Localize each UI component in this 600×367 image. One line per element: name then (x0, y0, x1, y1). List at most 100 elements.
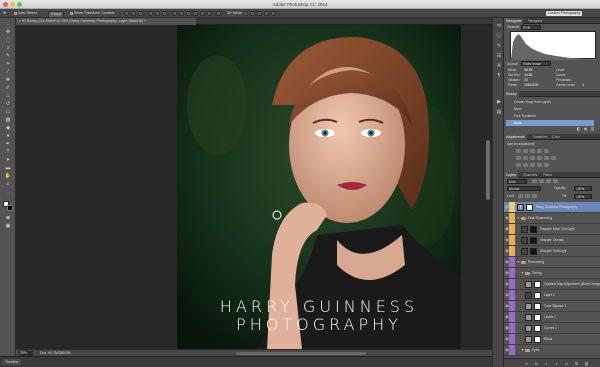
vibrance-icon[interactable] (544, 149, 549, 153)
channel-dropdown[interactable]: RGB (521, 25, 541, 30)
layer-row[interactable]: ◉ Sharpen Soft Light (504, 246, 600, 257)
lock-pixels-icon[interactable] (518, 194, 523, 198)
distribute-middle-button[interactable] (179, 11, 184, 16)
camera-icon[interactable]: ◉ (583, 126, 588, 131)
history-brush-tool-icon[interactable]: ↺ (4, 101, 12, 107)
screen-mode-icon[interactable]: ▣ (4, 223, 12, 229)
exposure-icon[interactable] (537, 149, 542, 153)
photo-filter-icon[interactable] (537, 156, 542, 160)
color-lookup-icon[interactable] (551, 156, 556, 160)
selective-color-icon[interactable] (544, 163, 549, 167)
invert-icon[interactable] (516, 163, 521, 167)
distribute-right-button[interactable] (207, 11, 212, 16)
move-tool-icon[interactable]: ✥ (3, 11, 6, 16)
rotate-3d-button[interactable] (243, 11, 248, 16)
distribute-center-button[interactable] (200, 11, 205, 16)
eraser-tool-icon[interactable]: ▭ (4, 109, 12, 115)
link-layers-icon[interactable]: ∞ (524, 361, 529, 366)
blend-mode-dropdown[interactable]: Normal (507, 186, 541, 191)
hue-saturation-icon[interactable] (516, 156, 521, 160)
posterize-icon[interactable] (523, 163, 528, 167)
filter-shape-icon[interactable] (553, 179, 558, 183)
align-bottom-button[interactable] (138, 11, 143, 16)
blur-tool-icon[interactable]: ◆ (4, 125, 12, 131)
distribute-left-button[interactable] (193, 11, 198, 16)
collapse-tools-icon[interactable]: » (4, 21, 12, 27)
eyedropper-tool-icon[interactable]: ⁄ (4, 69, 12, 75)
workspace-dropdown[interactable]: Custom Photography (546, 11, 582, 16)
tab-paths[interactable]: Paths (541, 172, 554, 178)
paragraph-panel-icon[interactable]: ¶ (495, 72, 503, 79)
brush-tool-icon[interactable]: ✐ (4, 85, 12, 91)
levels-icon[interactable] (523, 149, 528, 153)
portrait-photo[interactable]: HARRY GUINNESS PHOTOGRAPHY (177, 25, 461, 349)
expand-group-chevron-icon[interactable]: ▼ (521, 268, 524, 278)
layer-mask-thumbnail[interactable] (534, 303, 541, 310)
align-top-button[interactable] (124, 11, 129, 16)
tab-swatches[interactable]: Swatches (531, 134, 550, 140)
auto-select-mode-dropdown[interactable]: Group (48, 11, 64, 18)
lasso-tool-icon[interactable]: ↄ (4, 45, 12, 51)
roll-3d-button[interactable] (250, 11, 255, 16)
marquee-tool-icon[interactable]: ⬚ (4, 37, 12, 43)
new-adjustment-layer-icon[interactable]: ◑ (554, 361, 559, 366)
color-balance-icon[interactable] (523, 156, 528, 160)
slide-3d-button[interactable] (264, 11, 269, 16)
path-selection-tool-icon[interactable]: ➤ (4, 157, 12, 163)
fill-field[interactable]: 100% (574, 194, 592, 199)
distribute-top-button[interactable] (172, 11, 177, 16)
gradient-map-icon[interactable] (537, 163, 542, 167)
tab-history[interactable]: History (504, 91, 519, 97)
layer-group-row[interactable]: ◉ ▼ Retouching (504, 257, 600, 268)
horizontal-scrollbar[interactable] (236, 352, 366, 355)
lock-position-icon[interactable] (525, 194, 530, 198)
history-item[interactable]: Free Transform (506, 113, 594, 119)
align-middle-button[interactable] (131, 11, 136, 16)
distribute-bottom-button[interactable] (186, 11, 191, 16)
info-panel-icon[interactable]: ⓘ (495, 32, 503, 39)
channel-mixer-icon[interactable] (544, 156, 549, 160)
document-tab[interactable]: × IR-Sonny-223-Edit.tif @ 25% (Harry Gui… (16, 18, 196, 25)
history-panel-icon[interactable]: ⟲ (495, 22, 503, 29)
tab-adjustments[interactable]: Adjustments (504, 134, 527, 140)
expand-group-chevron-icon[interactable]: ▼ (521, 345, 524, 355)
healing-brush-tool-icon[interactable]: ✚ (4, 77, 12, 83)
layer-mask-thumbnail[interactable] (530, 237, 537, 244)
actions-panel-icon[interactable]: ▶ (495, 98, 503, 105)
new-layer-icon[interactable]: ⊞ (574, 361, 579, 366)
dodge-tool-icon[interactable]: ● (4, 133, 12, 139)
filter-adjustment-icon[interactable] (539, 179, 544, 183)
layer-group-row[interactable]: ◉ ▼ Toning (504, 268, 600, 279)
more-tools-icon[interactable]: … (4, 189, 12, 195)
layer-mask-thumbnail[interactable] (526, 204, 533, 211)
layer-mask-thumbnail[interactable] (534, 325, 541, 332)
show-transform-option[interactable]: Show Transform Controls (70, 11, 115, 16)
layer-row[interactable]: ◉ Curves 1 (504, 323, 600, 334)
tab-histogram[interactable]: Histogram (504, 18, 524, 24)
tab-color[interactable]: Color (550, 134, 562, 140)
align-center-button[interactable] (155, 11, 160, 16)
layer-mask-thumbnail[interactable] (534, 314, 541, 321)
layer-row[interactable]: ◉ Levels 1 (504, 312, 600, 323)
background-color-swatch[interactable] (7, 205, 13, 211)
layer-style-icon[interactable]: fx (534, 361, 539, 366)
black-white-icon[interactable] (530, 156, 535, 160)
curves-icon[interactable] (530, 149, 535, 153)
layer-group-row[interactable]: ◉ ▼ Eyes (504, 345, 600, 356)
filter-pixel-icon[interactable] (532, 179, 537, 183)
gradient-tool-icon[interactable]: ▦ (4, 117, 12, 123)
expand-group-chevron-icon[interactable]: ▼ (517, 213, 520, 223)
layer-group-row[interactable]: ◉ ▼ Final Sharpening (504, 213, 600, 224)
add-mask-icon[interactable]: ◐ (544, 361, 549, 366)
layer-row[interactable]: ◉ Sharpen More Soft Light (504, 224, 600, 235)
align-right-button[interactable] (162, 11, 167, 16)
layer-mask-thumbnail[interactable] (534, 281, 541, 288)
align-left-button[interactable] (148, 11, 153, 16)
auto-align-button[interactable] (216, 11, 221, 16)
auto-select-option[interactable]: Auto-Select: (14, 11, 38, 16)
scale-3d-button[interactable] (271, 11, 276, 16)
brush-panel-icon[interactable]: ✎ (495, 42, 503, 49)
layer-mask-thumbnail[interactable] (534, 292, 541, 299)
quick-select-tool-icon[interactable]: ✎ (4, 53, 12, 59)
show-transform-checkbox[interactable] (70, 11, 73, 15)
